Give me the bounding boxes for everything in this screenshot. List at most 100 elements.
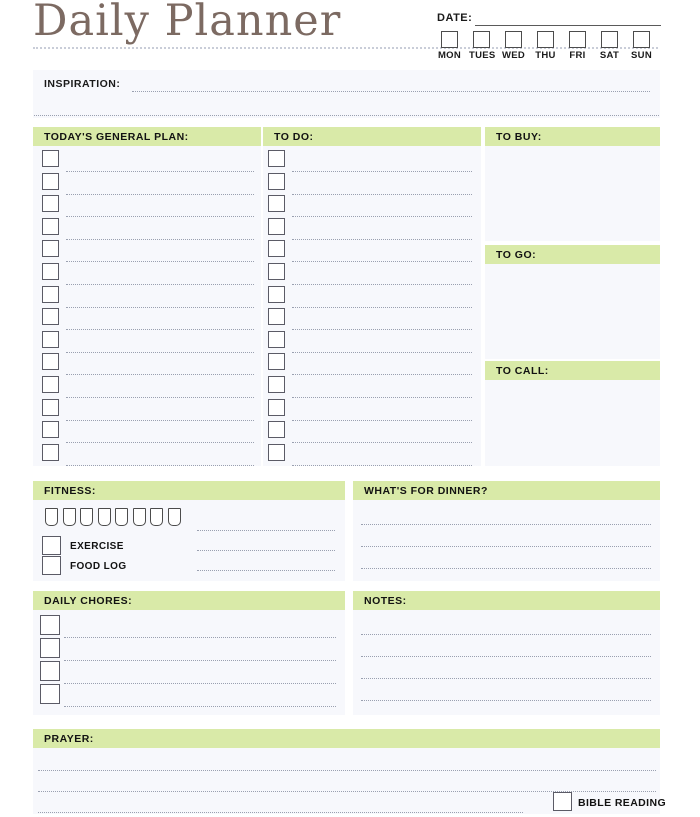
general-plan-checkbox[interactable] <box>42 443 59 461</box>
to-do-checkbox[interactable] <box>268 150 285 167</box>
daily-chores-checkbox[interactable] <box>40 661 60 681</box>
to-do-line[interactable] <box>292 464 472 466</box>
general-plan-checkbox[interactable] <box>42 217 59 235</box>
to-do-line[interactable] <box>292 442 472 444</box>
to-do-line[interactable] <box>292 306 472 308</box>
notes-line[interactable] <box>361 634 651 635</box>
to-do-checkbox[interactable] <box>268 240 285 258</box>
fitness-checkbox-exercise[interactable] <box>42 536 61 555</box>
general-plan-checkbox[interactable] <box>42 308 59 326</box>
general-plan-line[interactable] <box>66 397 254 398</box>
daily-chores-checkbox[interactable] <box>40 638 60 658</box>
general-plan-checkbox[interactable] <box>42 330 59 348</box>
daily-chores-line[interactable] <box>64 660 336 661</box>
to-do-checkbox[interactable] <box>268 285 285 303</box>
fitness-note-line[interactable] <box>197 570 335 571</box>
general-plan-checkbox[interactable] <box>42 172 59 190</box>
weekday-thu[interactable]: THU <box>533 31 558 61</box>
prayer-line[interactable] <box>38 812 523 813</box>
weekday-fri[interactable]: FRI <box>565 31 590 61</box>
general-plan-line[interactable] <box>66 238 254 240</box>
inspiration-input-2[interactable] <box>34 115 659 116</box>
general-plan-line[interactable] <box>66 284 254 285</box>
to-do-line[interactable] <box>292 329 472 331</box>
to-do-checkbox[interactable] <box>268 330 285 348</box>
general-plan-checkbox[interactable] <box>42 240 59 258</box>
water-glass-icon[interactable] <box>80 508 93 526</box>
fitness-note-line[interactable] <box>197 530 335 531</box>
general-plan-line[interactable] <box>66 261 254 263</box>
notes-line[interactable] <box>361 656 651 657</box>
to-do-checkbox[interactable] <box>268 172 285 190</box>
general-plan-line[interactable] <box>66 442 254 444</box>
weekday-checkbox[interactable] <box>537 31 554 48</box>
dinner-line[interactable] <box>361 546 651 547</box>
prayer-line[interactable] <box>38 770 656 771</box>
general-plan-checkbox[interactable] <box>42 195 59 213</box>
to-do-checkbox[interactable] <box>268 195 285 213</box>
to-do-line[interactable] <box>292 216 472 218</box>
weekday-tues[interactable]: TUES <box>469 31 495 61</box>
weekday-checkbox[interactable] <box>569 31 586 48</box>
fitness-checkbox-food-log[interactable] <box>42 556 61 575</box>
notes-line[interactable] <box>361 700 651 701</box>
to-do-line[interactable] <box>292 171 472 172</box>
notes-line[interactable] <box>361 678 651 679</box>
general-plan-checkbox[interactable] <box>42 398 59 416</box>
weekday-sun[interactable]: SUN <box>629 31 654 61</box>
to-do-checkbox[interactable] <box>268 421 285 439</box>
general-plan-line[interactable] <box>66 329 254 331</box>
to-do-checkbox[interactable] <box>268 376 285 393</box>
bible-reading-checkbox[interactable] <box>553 792 572 811</box>
water-glass-icon[interactable] <box>97 508 111 526</box>
to-do-line[interactable] <box>292 397 472 398</box>
general-plan-checkbox[interactable] <box>42 353 59 371</box>
weekday-wed[interactable]: WED <box>501 31 526 61</box>
to-buy-panel[interactable] <box>485 146 660 241</box>
water-glass-icon[interactable] <box>167 508 181 526</box>
general-plan-checkbox[interactable] <box>42 285 59 303</box>
general-plan-line[interactable] <box>66 193 254 195</box>
general-plan-line[interactable] <box>66 351 254 353</box>
prayer-line[interactable] <box>38 791 656 792</box>
to-do-line[interactable] <box>292 193 472 195</box>
to-do-checkbox[interactable] <box>268 398 285 416</box>
weekday-checkbox[interactable] <box>505 31 522 48</box>
water-glass-icon[interactable] <box>62 508 76 526</box>
general-plan-checkbox[interactable] <box>42 150 59 167</box>
general-plan-checkbox[interactable] <box>42 263 59 280</box>
general-plan-line[interactable] <box>66 216 254 218</box>
to-do-line[interactable] <box>292 238 472 240</box>
date-input-line[interactable] <box>475 25 661 26</box>
water-glass-icon[interactable] <box>115 508 128 526</box>
to-do-line[interactable] <box>292 284 472 285</box>
to-do-checkbox[interactable] <box>268 217 285 235</box>
water-glass-icon[interactable] <box>150 508 163 526</box>
to-do-checkbox[interactable] <box>268 353 285 371</box>
inspiration-input[interactable] <box>132 91 650 92</box>
general-plan-line[interactable] <box>66 374 254 376</box>
weekday-checkbox[interactable] <box>601 31 618 48</box>
weekday-sat[interactable]: SAT <box>597 31 622 61</box>
to-call-panel[interactable] <box>485 380 660 466</box>
daily-chores-checkbox[interactable] <box>40 684 60 704</box>
to-do-checkbox[interactable] <box>268 308 285 326</box>
general-plan-checkbox[interactable] <box>42 376 59 393</box>
weekday-mon[interactable]: MON <box>437 31 462 61</box>
general-plan-line[interactable] <box>66 306 254 308</box>
to-do-line[interactable] <box>292 374 472 376</box>
to-go-panel[interactable] <box>485 264 660 359</box>
daily-chores-checkbox[interactable] <box>40 615 60 635</box>
water-glass-icon[interactable] <box>45 508 58 526</box>
weekday-checkbox[interactable] <box>473 31 490 48</box>
general-plan-line[interactable] <box>66 419 254 421</box>
to-do-line[interactable] <box>292 261 472 263</box>
general-plan-line[interactable] <box>66 464 254 466</box>
to-do-checkbox[interactable] <box>268 443 285 461</box>
general-plan-line[interactable] <box>66 171 254 172</box>
to-do-line[interactable] <box>292 351 472 353</box>
fitness-note-line[interactable] <box>197 550 335 551</box>
dinner-line[interactable] <box>361 524 651 525</box>
daily-chores-line[interactable] <box>64 683 336 684</box>
to-do-line[interactable] <box>292 419 472 421</box>
